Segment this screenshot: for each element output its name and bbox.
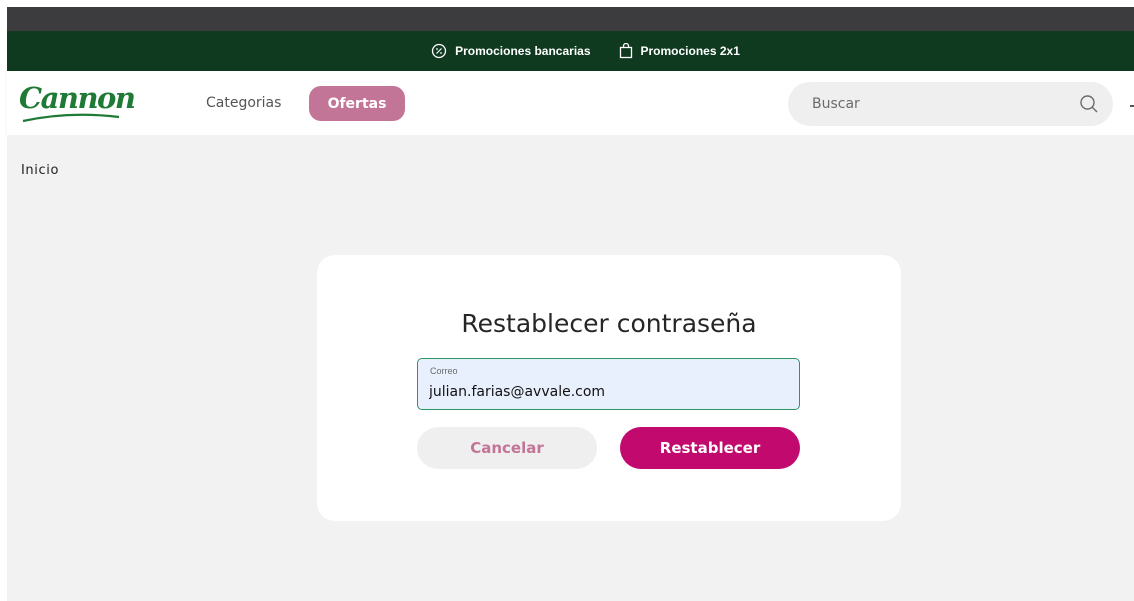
email-field-label: Correo [430,366,458,376]
search-icon[interactable] [1079,94,1099,114]
shopping-bag-icon [619,43,633,59]
promo-bar: Promociones bancarias Promociones 2x1 [7,31,1134,71]
promo-bank-link[interactable]: Promociones bancarias [431,43,591,59]
promo-bank-label: Promociones bancarias [455,44,591,58]
offers-button[interactable]: Ofertas [309,86,405,121]
breadcrumb-home[interactable]: Inicio [21,163,59,178]
page: Promociones bancarias Promociones 2x1 Ca… [0,0,1134,601]
main-header: Cannon Categorias Ofertas [7,71,1134,135]
logo-swoosh-icon [22,113,120,123]
email-input[interactable] [429,380,784,404]
page-title: Restablecer contraseña [461,309,757,338]
promo-2x1-label: Promociones 2x1 [640,44,740,58]
cancel-button[interactable]: Cancelar [417,427,597,469]
search-bar [788,82,1113,126]
reset-button[interactable]: Restablecer [620,427,800,469]
brand-logo[interactable]: Cannon [19,81,136,125]
cut-off-icon [1130,101,1134,107]
discount-badge-icon [431,43,447,59]
reset-password-card: Restablecer contraseña Correo Cancelar R… [317,255,901,521]
browser-top-strip [7,7,1134,31]
main-content: Inicio Restablecer contraseña Correo Can… [7,135,1134,601]
email-field: Correo [417,358,800,410]
search-input[interactable] [810,95,1079,113]
promo-2x1-link[interactable]: Promociones 2x1 [619,43,740,59]
nav-categories[interactable]: Categorias [206,95,281,111]
